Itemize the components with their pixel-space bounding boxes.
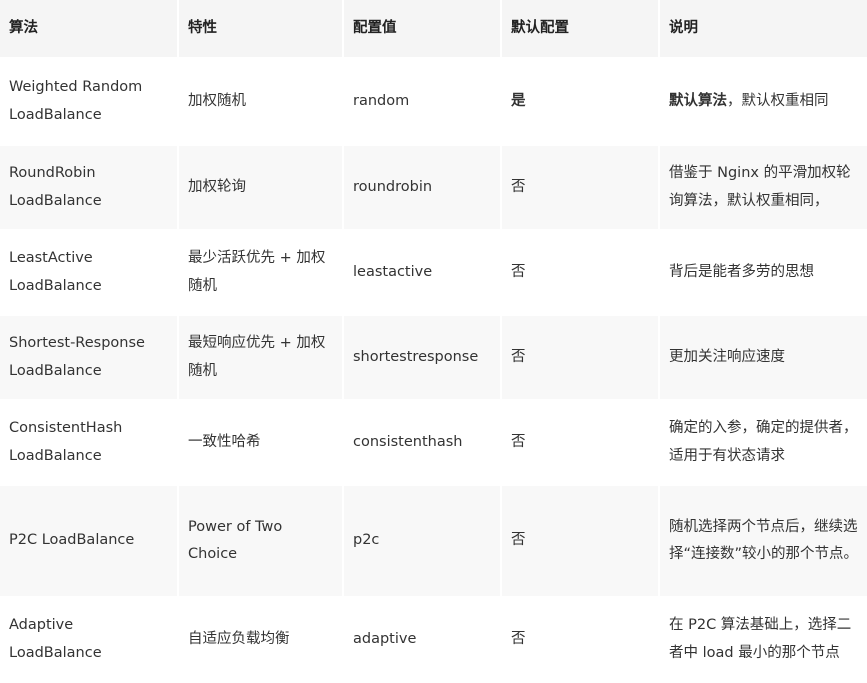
cell-default: 否 [502,316,658,399]
table-row: P2C LoadBalance Power of Two Choice p2c … [0,486,867,596]
cell-default: 否 [502,146,658,229]
cell-description: 随机选择两个节点后，继续选择“连接数”较小的那个节点。 [660,486,867,596]
header-config-value: 配置值 [344,0,500,57]
cell-feature: 加权随机 [179,59,342,144]
header-default: 默认配置 [502,0,658,57]
cell-config-value: consistenthash [344,401,500,484]
header-description: 说明 [660,0,867,57]
table-row: Adaptive LoadBalance 自适应负载均衡 adaptive 否 … [0,598,867,681]
cell-config-value: adaptive [344,598,500,681]
cell-algorithm: ConsistentHash LoadBalance [0,401,177,484]
cell-description: 背后是能者多劳的思想 [660,231,867,314]
description-text: ，默认权重相同 [727,92,829,109]
table-row: Shortest-Response LoadBalance 最短响应优先 + 加… [0,316,867,399]
cell-description: 确定的入参，确定的提供者，适用于有状态请求 [660,401,867,484]
cell-feature: Power of Two Choice [179,486,342,596]
cell-description: 借鉴于 Nginx 的平滑加权轮询算法，默认权重相同， [660,146,867,229]
table-row: ConsistentHash LoadBalance 一致性哈希 consist… [0,401,867,484]
cell-feature: 加权轮询 [179,146,342,229]
header-feature: 特性 [179,0,342,57]
cell-algorithm: Shortest-Response LoadBalance [0,316,177,399]
cell-default: 否 [502,598,658,681]
cell-config-value: random [344,59,500,144]
cell-default: 否 [502,231,658,314]
description-emphasis: 默认算法 [669,92,727,109]
cell-algorithm: RoundRobin LoadBalance [0,146,177,229]
cell-config-value: roundrobin [344,146,500,229]
header-algorithm: 算法 [0,0,177,57]
table-header-row: 算法 特性 配置值 默认配置 说明 [0,0,867,57]
cell-feature: 自适应负载均衡 [179,598,342,681]
cell-config-value: shortestresponse [344,316,500,399]
cell-algorithm: LeastActive LoadBalance [0,231,177,314]
cell-algorithm: P2C LoadBalance [0,486,177,596]
cell-feature: 最短响应优先 + 加权随机 [179,316,342,399]
load-balance-table: 算法 特性 配置值 默认配置 说明 Weighted Random LoadBa… [0,0,867,683]
cell-description: 默认算法，默认权重相同 [660,59,867,144]
table-row: LeastActive LoadBalance 最少活跃优先 + 加权随机 le… [0,231,867,314]
cell-description: 更加关注响应速度 [660,316,867,399]
cell-algorithm: Weighted Random LoadBalance [0,59,177,144]
cell-config-value: leastactive [344,231,500,314]
cell-feature: 最少活跃优先 + 加权随机 [179,231,342,314]
table-row: Weighted Random LoadBalance 加权随机 random … [0,59,867,144]
table-row: RoundRobin LoadBalance 加权轮询 roundrobin 否… [0,146,867,229]
cell-config-value: p2c [344,486,500,596]
cell-description: 在 P2C 算法基础上，选择二者中 load 最小的那个节点 [660,598,867,681]
cell-default: 是 [502,59,658,144]
cell-algorithm: Adaptive LoadBalance [0,598,177,681]
cell-default: 否 [502,401,658,484]
cell-feature: 一致性哈希 [179,401,342,484]
cell-default: 否 [502,486,658,596]
